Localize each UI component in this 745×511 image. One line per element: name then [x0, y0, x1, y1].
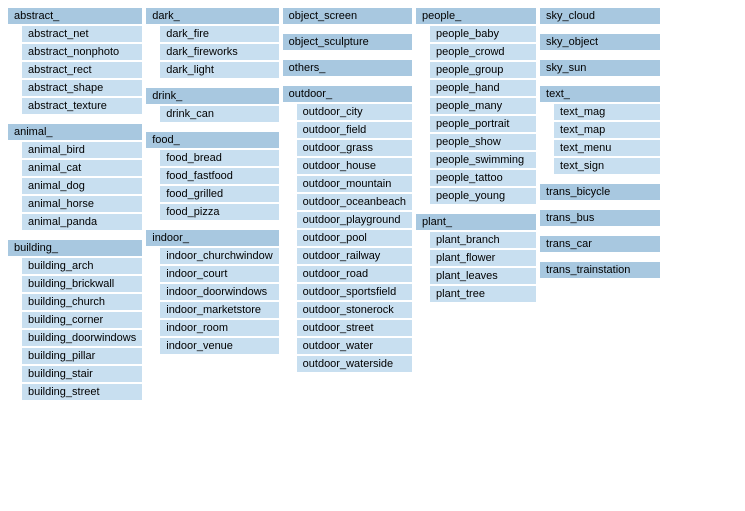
category-header-sky_cloud: sky_cloud	[540, 8, 660, 24]
category-header-abstract_: abstract_	[8, 8, 142, 24]
category-item-building_stair: building_stair	[22, 366, 142, 382]
category-item-outdoor_street: outdoor_street	[297, 320, 412, 336]
category-header-plant_: plant_	[416, 214, 536, 230]
category-item-outdoor_grass: outdoor_grass	[297, 140, 412, 156]
category-item-people_tattoo: people_tattoo	[430, 170, 536, 186]
category-item-outdoor_pool: outdoor_pool	[297, 230, 412, 246]
column-col2: dark_ dark_fire dark_fireworks dark_lightdr…	[146, 8, 278, 354]
category-item-outdoor_stonerock: outdoor_stonerock	[297, 302, 412, 318]
category-item-indoor_venue: indoor_venue	[160, 338, 278, 354]
category-item-animal_horse: animal_horse	[22, 196, 142, 212]
category-item-outdoor_road: outdoor_road	[297, 266, 412, 282]
category-header-building_: building_	[8, 240, 142, 256]
category-item-food_bread: food_bread	[160, 150, 278, 166]
category-item-people_baby: people_baby	[430, 26, 536, 42]
category-item-building_doorwindows: building_doorwindows	[22, 330, 142, 346]
category-item-outdoor_playground: outdoor_playground	[297, 212, 412, 228]
category-item-outdoor_city: outdoor_city	[297, 104, 412, 120]
category-item-people_young: people_young	[430, 188, 536, 204]
category-item-animal_cat: animal_cat	[22, 160, 142, 176]
category-item-outdoor_mountain: outdoor_mountain	[297, 176, 412, 192]
category-item-outdoor_oceanbeach: outdoor_oceanbeach	[297, 194, 412, 210]
category-item-animal_panda: animal_panda	[22, 214, 142, 230]
column-col5: sky_cloud sky_object sky_sun text_ text_magt…	[540, 8, 660, 278]
category-item-text_menu: text_menu	[554, 140, 660, 156]
category-item-outdoor_water: outdoor_water	[297, 338, 412, 354]
category-item-dark_light: dark_light	[160, 62, 278, 78]
category-header-trans_bus: trans_bus	[540, 210, 660, 226]
category-item-abstract_net: abstract_net	[22, 26, 142, 42]
category-item-animal_bird: animal_bird	[22, 142, 142, 158]
category-item-building_brickwall: building_brickwall	[22, 276, 142, 292]
category-header-people_: people_	[416, 8, 536, 24]
category-item-abstract_shape: abstract_shape	[22, 80, 142, 96]
category-item-food_pizza: food_pizza	[160, 204, 278, 220]
category-item-food_grilled: food_grilled	[160, 186, 278, 202]
category-header-trans_bicycle: trans_bicycle	[540, 184, 660, 200]
category-header-food_: food_	[146, 132, 278, 148]
column-col4: people_ people_baby people_crowd people_gro…	[416, 8, 536, 302]
category-item-people_swimming: people_swimming	[430, 152, 536, 168]
category-header-object_screen: object_screen	[283, 8, 412, 24]
category-item-dark_fire: dark_fire	[160, 26, 278, 42]
category-item-building_church: building_church	[22, 294, 142, 310]
category-header-trans_trainstation: trans_trainstation	[540, 262, 660, 278]
category-header-dark_: dark_	[146, 8, 278, 24]
category-header-animal_: animal_	[8, 124, 142, 140]
category-item-dark_fireworks: dark_fireworks	[160, 44, 278, 60]
category-header-outdoor_: outdoor_	[283, 86, 412, 102]
column-col1: abstract_ abstract_net abstract_nonphotoab…	[8, 8, 142, 400]
category-item-abstract_texture: abstract_texture	[22, 98, 142, 114]
category-item-outdoor_field: outdoor_field	[297, 122, 412, 138]
category-header-trans_car: trans_car	[540, 236, 660, 252]
category-item-plant_tree: plant_tree	[430, 286, 536, 302]
category-item-text_map: text_map	[554, 122, 660, 138]
category-item-outdoor_waterside: outdoor_waterside	[297, 356, 412, 372]
category-item-abstract_nonphoto: abstract_nonphoto	[22, 44, 142, 60]
category-header-object_sculpture: object_sculpture	[283, 34, 412, 50]
category-item-food_fastfood: food_fastfood	[160, 168, 278, 184]
category-header-sky_sun: sky_sun	[540, 60, 660, 76]
category-item-building_pillar: building_pillar	[22, 348, 142, 364]
category-item-drink_can: drink_can	[160, 106, 278, 122]
category-item-people_portrait: people_portrait	[430, 116, 536, 132]
category-item-animal_dog: animal_dog	[22, 178, 142, 194]
category-item-text_mag: text_mag	[554, 104, 660, 120]
category-header-drink_: drink_	[146, 88, 278, 104]
category-item-building_arch: building_arch	[22, 258, 142, 274]
category-header-indoor_: indoor_	[146, 230, 278, 246]
category-header-text_: text_	[540, 86, 660, 102]
category-item-indoor_doorwindows: indoor_doorwindows	[160, 284, 278, 300]
column-col3: object_screen object_sculpture others_outd…	[283, 8, 412, 372]
category-item-outdoor_sportsfield: outdoor_sportsfield	[297, 284, 412, 300]
category-item-people_group: people_group	[430, 62, 536, 78]
category-item-plant_flower: plant_flower	[430, 250, 536, 266]
category-item-people_many: people_many	[430, 98, 536, 114]
category-item-building_street: building_street	[22, 384, 142, 400]
category-item-indoor_court: indoor_court	[160, 266, 278, 282]
category-item-outdoor_house: outdoor_house	[297, 158, 412, 174]
category-header-others_: others_	[283, 60, 412, 76]
taxonomy-tree: abstract_ abstract_net abstract_nonphotoab…	[8, 8, 737, 400]
category-item-outdoor_railway: outdoor_railway	[297, 248, 412, 264]
category-item-text_sign: text_sign	[554, 158, 660, 174]
category-header-sky_object: sky_object	[540, 34, 660, 50]
category-item-indoor_churchwindow: indoor_churchwindow	[160, 248, 278, 264]
category-item-people_hand: people_hand	[430, 80, 536, 96]
category-item-indoor_room: indoor_room	[160, 320, 278, 336]
category-item-plant_branch: plant_branch	[430, 232, 536, 248]
category-item-people_crowd: people_crowd	[430, 44, 536, 60]
category-item-indoor_marketstore: indoor_marketstore	[160, 302, 278, 318]
category-item-people_show: people_show	[430, 134, 536, 150]
category-item-abstract_rect: abstract_rect	[22, 62, 142, 78]
category-item-plant_leaves: plant_leaves	[430, 268, 536, 284]
category-item-building_corner: building_corner	[22, 312, 142, 328]
